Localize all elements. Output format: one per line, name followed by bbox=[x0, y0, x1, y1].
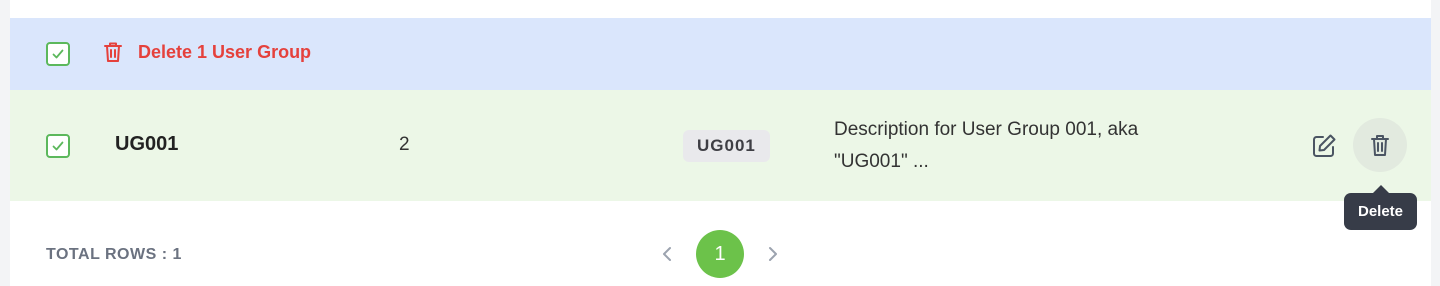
edit-button[interactable] bbox=[1306, 128, 1342, 164]
delete-tooltip: Delete bbox=[1344, 193, 1417, 230]
table-row[interactable]: UG001 2 UG001 Description for User Group… bbox=[10, 90, 1431, 201]
total-rows-label: TOTAL ROWS : 1 bbox=[46, 246, 182, 263]
next-page-button[interactable] bbox=[756, 230, 790, 278]
user-group-table-card: Delete 1 User Group UG001 2 UG001 Descri… bbox=[10, 0, 1431, 286]
bulk-action-bar: Delete 1 User Group bbox=[10, 18, 1431, 90]
user-group-description: Description for User Group 001, aka "UG0… bbox=[834, 119, 1139, 172]
row-delete-button[interactable] bbox=[1353, 118, 1407, 172]
trash-icon bbox=[104, 42, 122, 62]
row-checkbox[interactable] bbox=[46, 134, 70, 158]
trash-icon bbox=[1371, 135, 1389, 156]
chevron-left-icon bbox=[663, 247, 671, 261]
code-badge: UG001 bbox=[683, 130, 770, 162]
pagination: 1 bbox=[650, 230, 790, 278]
check-icon bbox=[52, 141, 64, 151]
check-icon bbox=[52, 49, 64, 59]
edit-icon bbox=[1313, 134, 1336, 157]
tooltip-arrow bbox=[1373, 185, 1389, 193]
page-button-current[interactable]: 1 bbox=[696, 230, 744, 278]
user-group-code: UG001 bbox=[115, 133, 179, 155]
bulk-delete-label: Delete 1 User Group bbox=[138, 41, 312, 62]
chevron-right-icon bbox=[769, 247, 777, 261]
bulk-delete-button[interactable]: Delete 1 User Group bbox=[102, 40, 311, 64]
previous-page-button[interactable] bbox=[650, 230, 684, 278]
user-count: 2 bbox=[399, 134, 410, 155]
select-all-checkbox[interactable] bbox=[46, 42, 70, 66]
